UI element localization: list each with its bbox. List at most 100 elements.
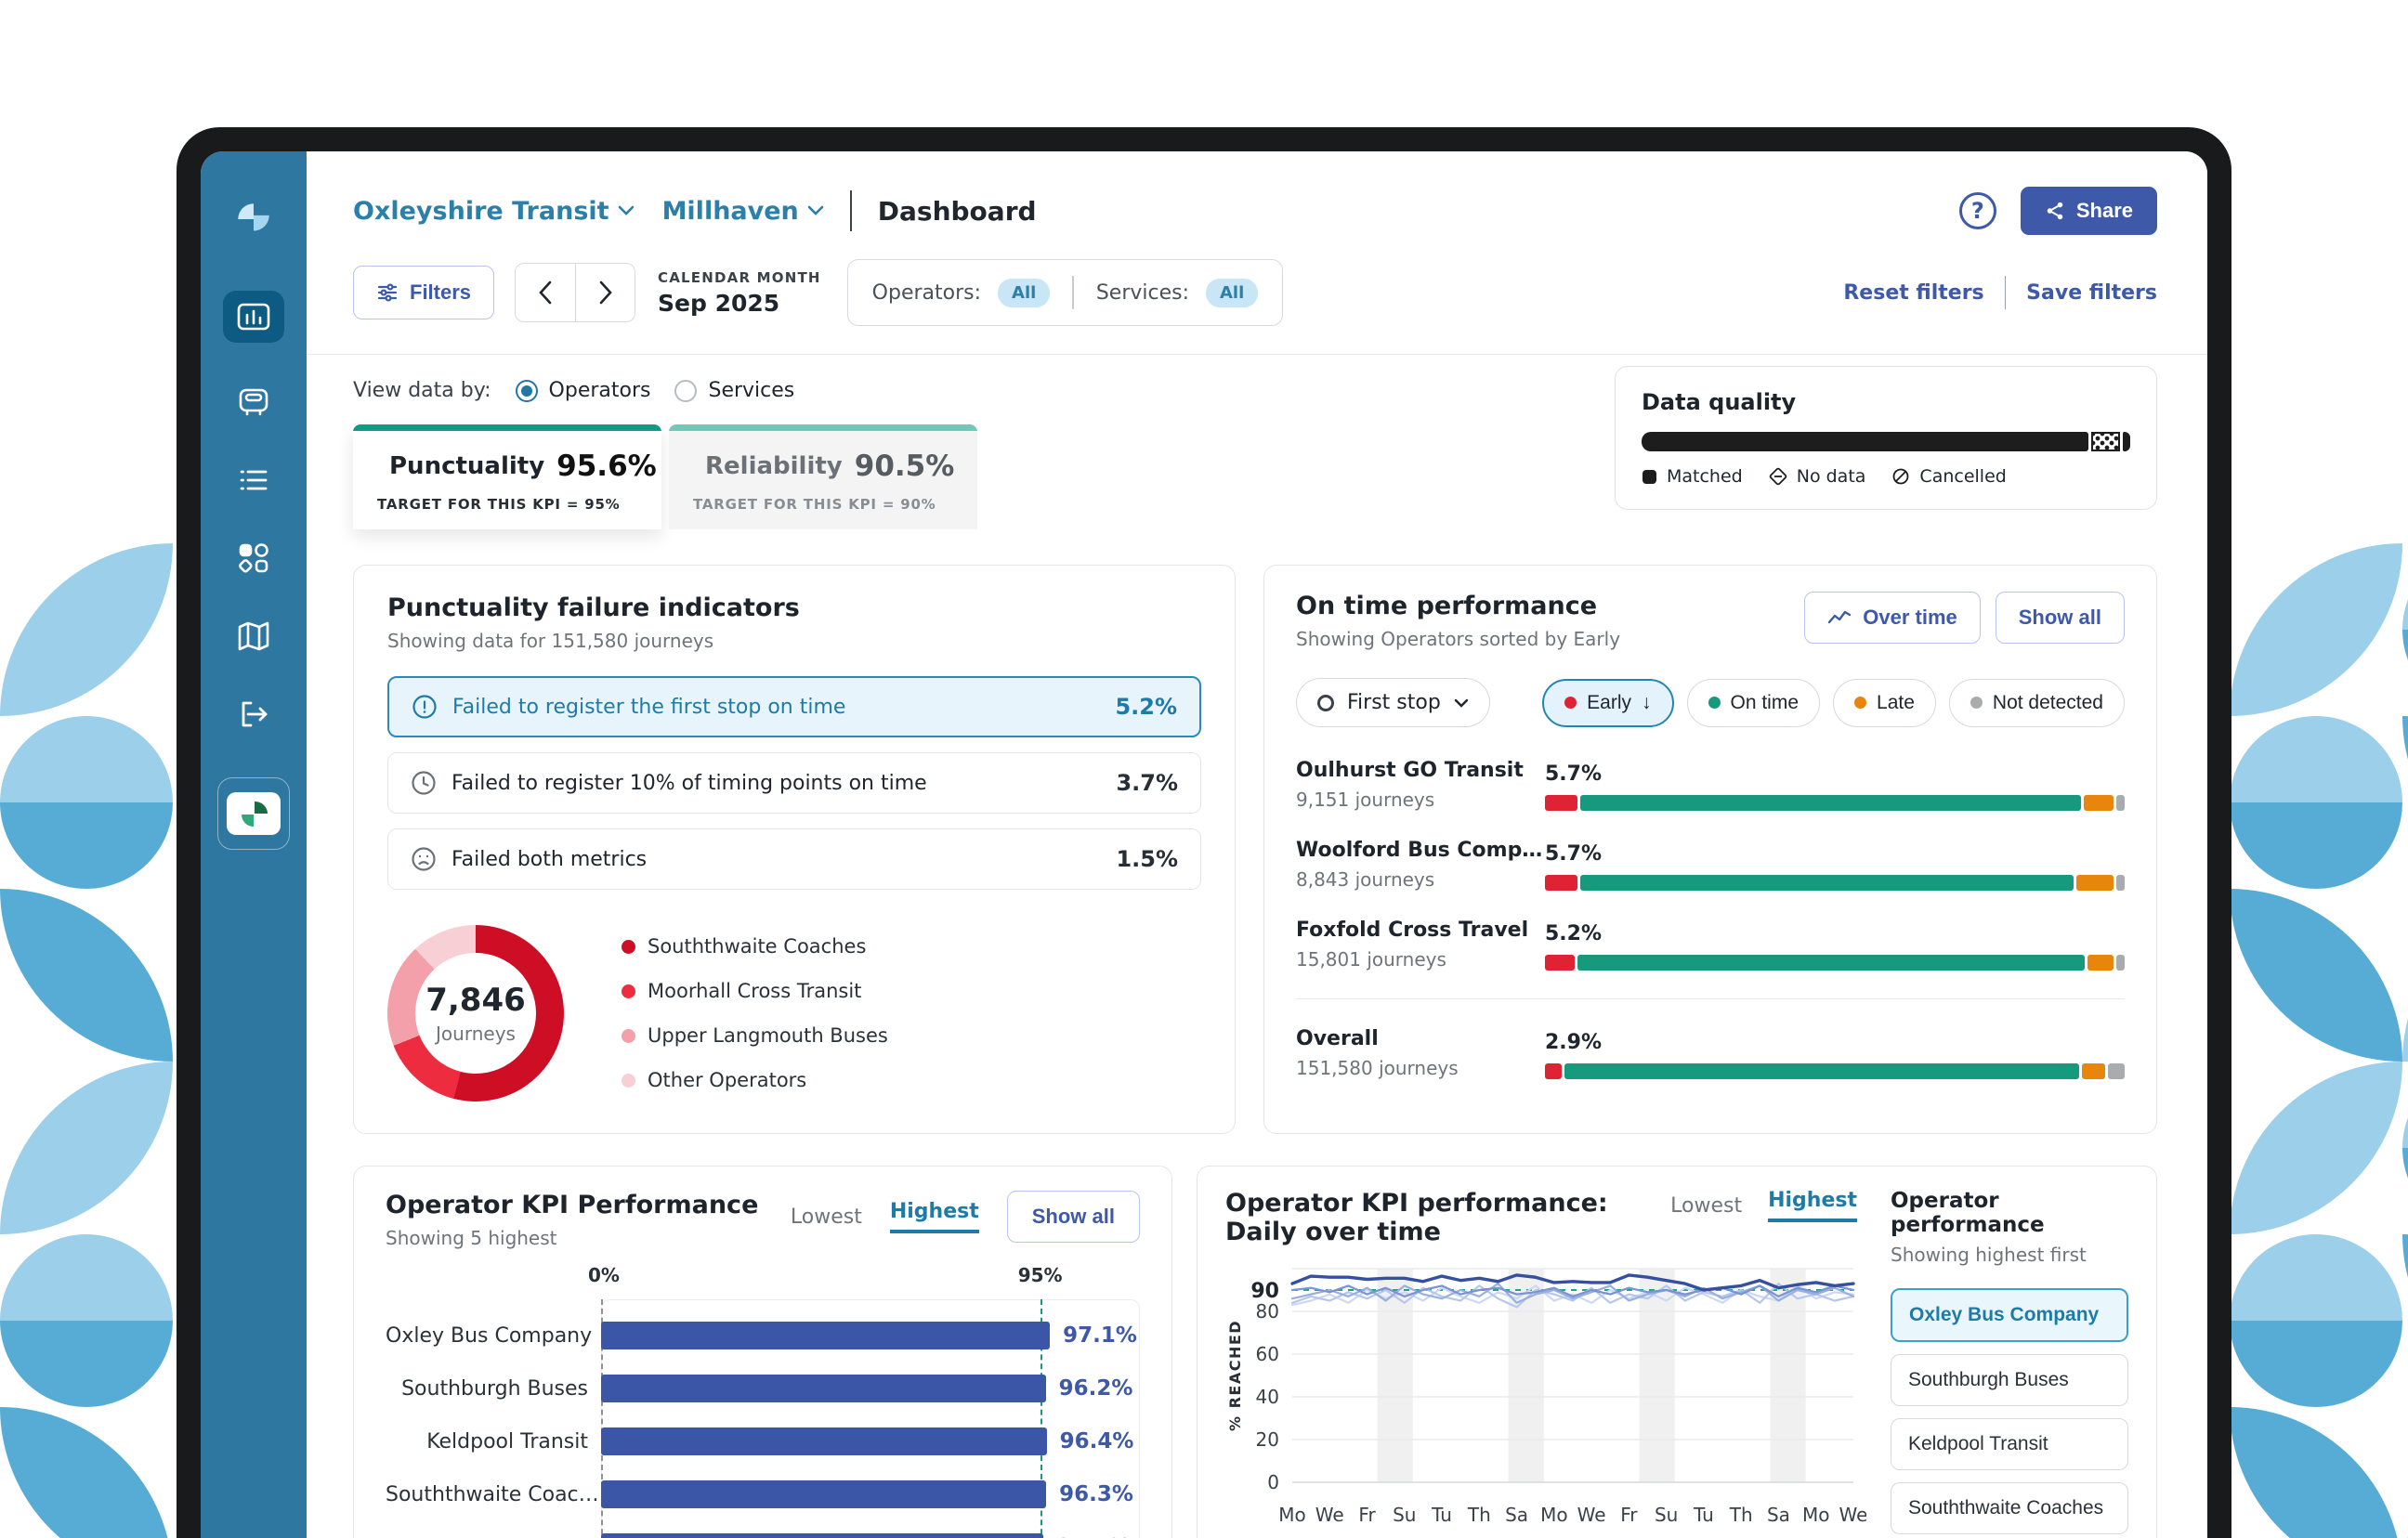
kpi-bar-row: Oxley Bus Company97.1% — [386, 1322, 1140, 1349]
active-filters-summary[interactable]: Operators: All Services: All — [847, 259, 1284, 326]
bar-segment-on-time — [1580, 795, 2081, 811]
svg-text:Tu: Tu — [1431, 1504, 1452, 1526]
data-quality-card: Data quality Matched — [1615, 366, 2157, 510]
share-icon — [2045, 201, 2065, 221]
daily-lowest-toggle[interactable]: Lowest — [1670, 1194, 1742, 1218]
help-button[interactable]: ? — [1959, 192, 1996, 229]
bar-segment-on-time — [1564, 1063, 2079, 1079]
tab-reliability[interactable]: Reliability 90.5% TARGET FOR THIS KPI = … — [669, 424, 977, 529]
share-button[interactable]: Share — [2021, 187, 2157, 235]
stacked-bar — [1545, 875, 2125, 891]
svg-text:20: 20 — [1256, 1428, 1279, 1451]
next-month-button[interactable] — [575, 264, 635, 321]
panel-subtitle: Showing highest first — [1891, 1244, 2128, 1266]
bar-segment-late — [2076, 875, 2114, 891]
cancelled-swatch-icon — [1891, 467, 1910, 486]
legend-dot-icon — [622, 984, 635, 998]
petal-shape — [0, 1062, 173, 1234]
ontime-performance-card: On time performance Showing Operators so… — [1263, 565, 2157, 1134]
kpi-bar — [601, 1480, 1046, 1508]
bar-segment-early — [1545, 795, 1577, 811]
daily-highest-toggle[interactable]: Highest — [1768, 1189, 1857, 1222]
petal-shape — [2230, 1234, 2402, 1407]
stacked-bar — [1545, 955, 2125, 971]
stacked-bar — [1545, 1063, 2125, 1079]
early-percentage: 5.7% — [1545, 762, 2125, 786]
kpi-bar-value: 96.3% — [1059, 1480, 1133, 1508]
filters-button[interactable]: Filters — [353, 266, 494, 319]
svg-text:Mo: Mo — [1802, 1504, 1830, 1526]
kpi-bar-label: Oxley Bus Company — [386, 1324, 601, 1348]
svg-text:Sa: Sa — [1767, 1504, 1790, 1526]
petal-shape — [0, 716, 173, 889]
stacked-bar — [1545, 795, 2125, 811]
decorative-pattern-left — [0, 543, 175, 1538]
ontime-row-meta: Oulhurst GO Transit9,151 journeys — [1296, 759, 1545, 811]
first-stop-dropdown[interactable]: First stop — [1296, 678, 1490, 727]
operator-list: Oxley Bus Company Southburgh Buses Keldpoo… — [1891, 1288, 2128, 1538]
operator-button[interactable]: Southburgh Buses — [1891, 1354, 2128, 1406]
lowest-toggle[interactable]: Lowest — [791, 1206, 862, 1229]
failure-row-label: Failed to register the first stop on tim… — [452, 696, 845, 719]
org-selector[interactable]: Oxleyshire Transit — [353, 197, 635, 226]
ontime-show-all-button[interactable]: Show all — [1996, 592, 2125, 644]
punctuality-failure-card: Punctuality failure indicators Showing d… — [353, 565, 1236, 1134]
header: Oxleyshire Transit Millhaven Dashboard ? — [353, 187, 2157, 235]
stop-circle-icon — [1317, 695, 1334, 711]
radio-services[interactable]: Services — [674, 379, 794, 402]
kpi-bar — [601, 1533, 1043, 1538]
sidebar-item-partner-app[interactable] — [217, 777, 290, 850]
status-pill-not-detected[interactable]: Not detected — [1949, 679, 2125, 727]
kpi-bar — [601, 1375, 1046, 1402]
sidebar-item-list[interactable] — [235, 462, 272, 499]
kpi-show-all-button[interactable]: Show all — [1007, 1191, 1140, 1243]
region-selector-label: Millhaven — [662, 197, 799, 226]
donut-legend-item: Souththwaite Coaches — [622, 935, 888, 958]
save-filters-link[interactable]: Save filters — [2026, 281, 2157, 305]
main-content: Oxleyshire Transit Millhaven Dashboard ? — [307, 151, 2207, 1538]
failure-row[interactable]: Failed to register 10% of timing points … — [387, 752, 1201, 814]
sidebar-item-logout[interactable] — [235, 696, 272, 733]
highest-toggle[interactable]: Highest — [890, 1200, 979, 1233]
ontime-row: Overall151,580 journeys2.9% — [1296, 998, 2125, 1079]
radio-operators[interactable]: Operators — [516, 379, 651, 402]
calendar-month-label: CALENDAR MONTH — [658, 269, 821, 286]
sidebar-item-categories[interactable] — [235, 540, 272, 577]
early-percentage: 5.7% — [1545, 842, 2125, 866]
bar-segment-not-detected — [2116, 955, 2125, 971]
failure-row[interactable]: Failed to register the first stop on tim… — [387, 676, 1201, 737]
over-time-button[interactable]: Over time — [1804, 592, 1981, 644]
axis-label-0: 0% — [588, 1264, 620, 1286]
operators-filter-badge: All — [998, 279, 1050, 307]
reset-filters-link[interactable]: Reset filters — [1843, 281, 1983, 305]
operator-button[interactable]: Oxley Bus Company — [1891, 1288, 2128, 1342]
region-selector[interactable]: Millhaven — [662, 197, 824, 226]
decorative-pattern-right — [2230, 543, 2408, 1538]
svg-text:Tu: Tu — [1693, 1504, 1714, 1526]
previous-month-button[interactable] — [516, 264, 575, 321]
kpi-bar-chart: 0% 95% Oxley Bus Company97.1%Southburgh … — [386, 1264, 1140, 1538]
tab-accent-bar — [669, 424, 977, 431]
sidebar-item-analytics[interactable] — [223, 291, 284, 343]
sidebar-item-vehicles[interactable] — [235, 384, 272, 421]
kpi-bar-row: Souththwaite Coac…96.3% — [386, 1480, 1140, 1508]
bar-segment-not-detected — [2116, 875, 2125, 891]
chevron-down-icon — [807, 205, 824, 216]
petal-shape — [2402, 1234, 2408, 1407]
status-pill-early[interactable]: Early↓ — [1542, 679, 1673, 727]
failure-row[interactable]: Failed both metrics1.5% — [387, 828, 1201, 890]
status-pill-on-time[interactable]: On time — [1687, 679, 1821, 727]
kpi-bar-label: Keldpool Transit — [386, 1430, 601, 1453]
operator-button[interactable]: Keldpool Transit — [1891, 1418, 2128, 1470]
kpi-bar — [601, 1322, 1050, 1349]
status-pill-late[interactable]: Late — [1833, 679, 1936, 727]
first-stop-dropdown-value: First stop — [1347, 691, 1441, 714]
daily-line-chart: 02040608090Mo1We3Fr5Su7Tu9Th11Sa13Mo15We… — [1225, 1259, 1866, 1538]
kpi-card-subtitle: Showing 5 highest — [386, 1227, 758, 1249]
data-quality-bar — [1642, 432, 2130, 451]
ontime-row-meta: Overall151,580 journeys — [1296, 1027, 1545, 1079]
operator-button[interactable]: Souththwaite Coaches — [1891, 1482, 2128, 1534]
tab-punctuality[interactable]: Punctuality 95.6% TARGET FOR THIS KPI = … — [353, 424, 661, 529]
sidebar-item-map[interactable] — [235, 618, 272, 655]
line-chart-icon — [1827, 609, 1852, 626]
